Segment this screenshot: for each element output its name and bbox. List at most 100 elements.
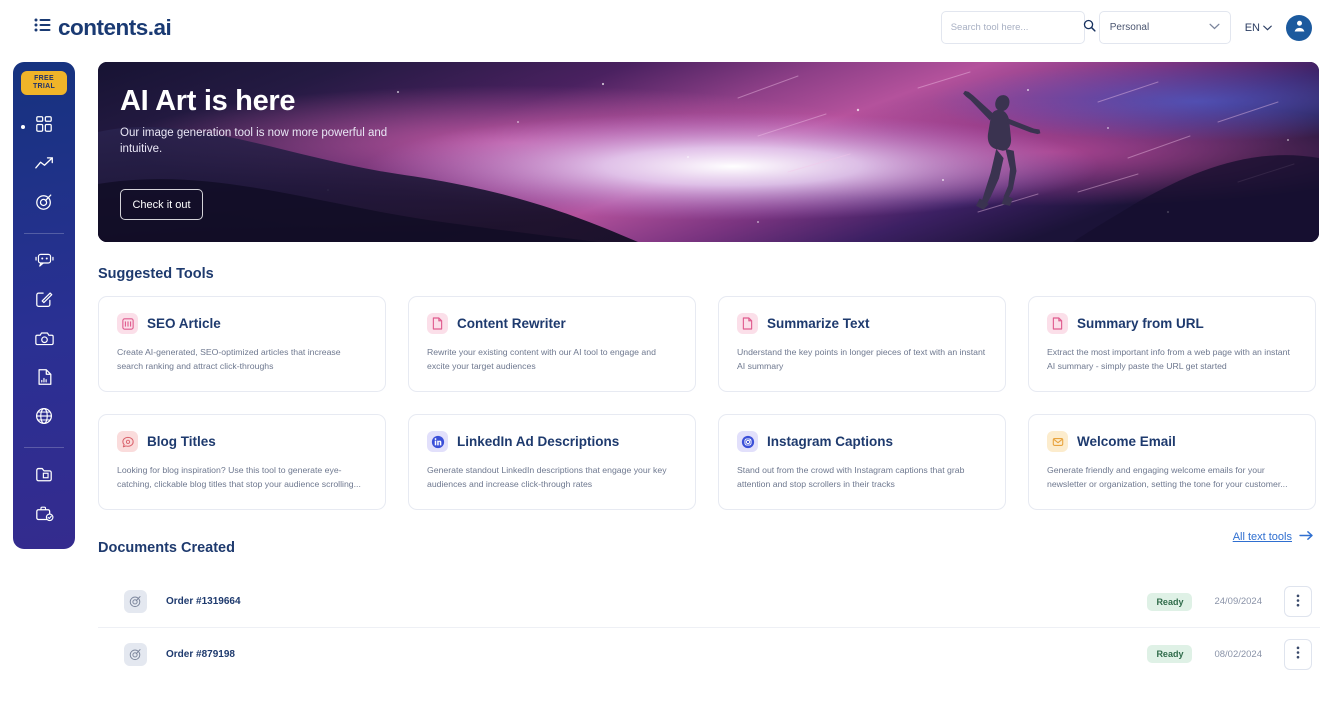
tool-card[interactable]: Content Rewriter Rewrite your existing c…: [408, 296, 696, 392]
document-rewrite-icon: [427, 313, 448, 334]
sidebar-item-chatbot[interactable]: [13, 243, 75, 282]
instagram-icon: [737, 431, 758, 452]
document-summary-icon: [737, 313, 758, 334]
tool-card[interactable]: Summarize Text Understand the key points…: [718, 296, 1006, 392]
document-name: Order #879198: [166, 648, 235, 660]
sidebar-item-projects[interactable]: [13, 457, 75, 496]
arrow-right-icon: [1299, 530, 1314, 544]
trial-badge-line2: TRIAL: [32, 83, 56, 90]
chat-bubble-icon: [117, 431, 138, 452]
check-it-out-button[interactable]: Check it out: [120, 189, 203, 220]
documents-list: Order #1319664 Ready 24/09/2024 Order #8…: [98, 576, 1320, 680]
avatar[interactable]: [1286, 14, 1312, 41]
edit-square-icon: [35, 290, 53, 313]
sidebar-item-editor[interactable]: [13, 282, 75, 321]
tool-card-header: Summarize Text: [737, 313, 987, 334]
sidebar-item-web[interactable]: [13, 399, 75, 438]
folder-icon: [35, 466, 53, 488]
trending-up-icon: [34, 156, 54, 176]
tool-card-title: Instagram Captions: [767, 434, 894, 449]
tool-card-title: Blog Titles: [147, 434, 216, 449]
documents-created-heading: Documents Created: [98, 540, 235, 556]
trial-badge-line1: FREE: [34, 74, 54, 82]
sidebar-nav-primary: [13, 107, 75, 224]
search-input[interactable]: [950, 22, 1083, 33]
tool-card-header: Blog Titles: [117, 431, 367, 452]
suggested-tools-heading: Suggested Tools: [98, 266, 214, 282]
document-row-actions: Ready 08/02/2024: [1147, 638, 1312, 670]
hero-banner[interactable]: AI Art is here Our image generation tool…: [98, 62, 1319, 242]
hero-title: AI Art is here: [120, 85, 296, 117]
seo-article-icon: [117, 313, 138, 334]
tool-card-description: Looking for blog inspiration? Use this t…: [117, 465, 361, 489]
tool-card-header: LinkedIn Ad Descriptions: [427, 431, 677, 452]
tool-card-header: Summary from URL: [1047, 313, 1297, 334]
tool-card-description: Rewrite your existing content with our A…: [427, 347, 656, 371]
row-menu-button[interactable]: [1284, 638, 1312, 670]
chevron-down-icon: [1209, 22, 1220, 33]
tool-card-description: Understand the key points in longer piec…: [737, 347, 986, 371]
camera-icon: [34, 330, 54, 352]
document-date: 24/09/2024: [1214, 596, 1262, 607]
tool-card[interactable]: Instagram Captions Stand out from the cr…: [718, 414, 1006, 510]
document-link-icon: [1047, 313, 1068, 334]
all-text-tools-label: All text tools: [1232, 531, 1292, 543]
sidebar-item-images[interactable]: [13, 321, 75, 360]
linkedin-icon: [427, 431, 448, 452]
logo-text: contents.ai: [58, 14, 172, 40]
hero-subtitle: Our image generation tool is now more po…: [120, 127, 388, 155]
table-row[interactable]: Order #879198 Ready 08/02/2024: [98, 628, 1320, 680]
target-icon: [124, 590, 147, 613]
language-selector[interactable]: EN: [1245, 22, 1272, 34]
tool-card-title: Summarize Text: [767, 316, 870, 331]
header-actions: Personal EN: [940, 11, 1312, 44]
tool-card-description: Extract the most important info from a w…: [1047, 347, 1290, 371]
target-icon: [35, 193, 53, 216]
sidebar: FREE TRIAL: [13, 62, 75, 549]
tool-card-header: Content Rewriter: [427, 313, 677, 334]
search-input-wrapper[interactable]: [940, 11, 1096, 44]
workspace-select[interactable]: Personal: [1098, 11, 1231, 44]
target-icon: [124, 642, 147, 666]
sidebar-divider-1: [24, 233, 64, 234]
logo[interactable]: contents.ai: [34, 14, 172, 41]
sidebar-item-analytics[interactable]: [13, 146, 75, 185]
hero-text-block: AI Art is here Our image generation tool…: [120, 85, 405, 220]
document-name: Order #1319664: [166, 596, 241, 607]
tool-card[interactable]: Blog Titles Looking for blog inspiration…: [98, 414, 386, 510]
sidebar-nav-workspace: [13, 457, 75, 535]
tool-card[interactable]: Welcome Email Generate friendly and enga…: [1028, 414, 1316, 510]
grid-dashboard-icon: [35, 115, 53, 138]
row-menu-button[interactable]: [1284, 586, 1312, 617]
tool-card[interactable]: Summary from URL Extract the most import…: [1028, 296, 1316, 392]
tool-card-title: Welcome Email: [1077, 434, 1176, 449]
sidebar-item-targets[interactable]: [13, 185, 75, 224]
tool-card-description: Create AI-generated, SEO-optimized artic…: [117, 347, 341, 371]
sidebar-item-tasks[interactable]: [13, 496, 75, 535]
table-row[interactable]: Order #1319664 Ready 24/09/2024: [98, 576, 1320, 628]
tool-card-description: Stand out from the crowd with Instagram …: [737, 465, 965, 489]
tool-card-header: Welcome Email: [1047, 431, 1297, 452]
document-audio-icon: [36, 368, 53, 391]
tool-card[interactable]: SEO Article Create AI-generated, SEO-opt…: [98, 296, 386, 392]
language-value: EN: [1244, 21, 1260, 34]
sidebar-item-dashboard[interactable]: [13, 107, 75, 146]
free-trial-badge[interactable]: FREE TRIAL: [21, 71, 67, 95]
tool-card-description: Generate friendly and engaging welcome e…: [1047, 465, 1288, 489]
tool-card-title: SEO Article: [147, 316, 221, 331]
main-content: AI Art is here Our image generation tool…: [98, 62, 1320, 680]
status-badge: Ready: [1147, 645, 1193, 663]
globe-icon: [35, 407, 53, 430]
status-badge: Ready: [1147, 592, 1193, 611]
tool-card-header: SEO Article: [117, 313, 367, 334]
briefcase-check-icon: [35, 505, 54, 527]
tool-card-header: Instagram Captions: [737, 431, 987, 452]
sidebar-item-audio-document[interactable]: [13, 360, 75, 399]
suggested-tools-grid: SEO Article Create AI-generated, SEO-opt…: [98, 296, 1320, 510]
search-icon[interactable]: [1083, 19, 1096, 37]
all-text-tools-link[interactable]: All text tools: [1233, 530, 1314, 544]
sidebar-divider-2: [24, 447, 64, 448]
workspace-select-value: Personal: [1109, 22, 1150, 33]
tool-card[interactable]: LinkedIn Ad Descriptions Generate stando…: [408, 414, 696, 510]
tool-card-title: Content Rewriter: [457, 316, 566, 331]
